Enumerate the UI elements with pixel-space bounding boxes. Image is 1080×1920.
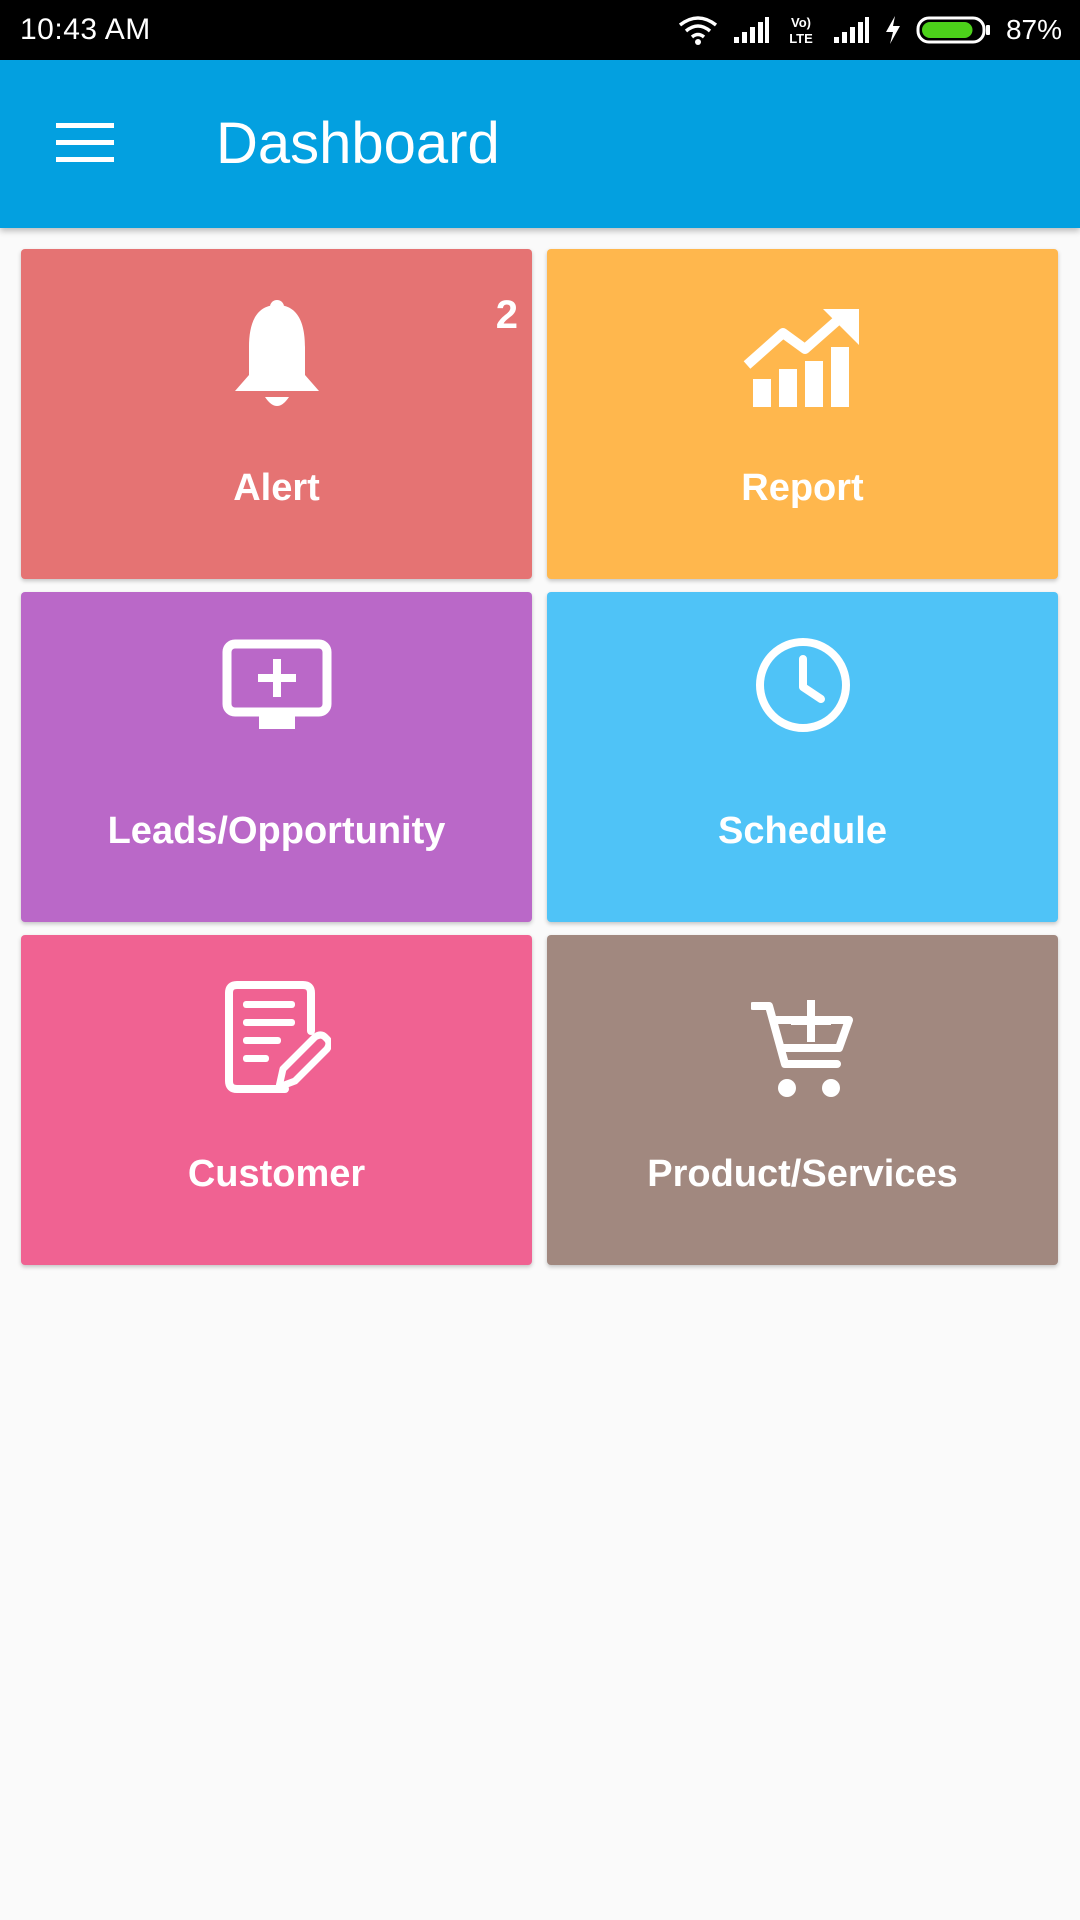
status-icons: Vo) LTE 87%	[678, 14, 1062, 46]
clock-icon	[753, 635, 853, 735]
menu-button[interactable]	[40, 108, 130, 180]
bell-icon	[227, 297, 327, 417]
svg-text:LTE: LTE	[789, 31, 813, 46]
page-title: Dashboard	[216, 111, 500, 176]
app-bar: Dashboard	[0, 60, 1080, 228]
leads-opportunity-tile[interactable]: Leads/Opportunity	[21, 592, 532, 922]
status-bar: 10:43 AM Vo) LTE 87%	[0, 0, 1080, 60]
customer-label: Customer	[187, 1153, 366, 1195]
schedule-tile[interactable]: Schedule	[547, 592, 1058, 922]
document-edit-icon	[223, 979, 331, 1097]
alert-label: Alert	[233, 467, 320, 509]
status-time: 10:43 AM	[20, 13, 151, 46]
volte-icon: Vo) LTE	[784, 14, 818, 46]
wifi-icon	[678, 15, 718, 45]
product-services-tile[interactable]: Product/Services	[547, 935, 1058, 1265]
dashboard-grid: 2 Alert Report Leads/Opportunity Schedul…	[21, 249, 1058, 1265]
cart-plus-icon	[750, 999, 855, 1100]
signal-icon	[832, 15, 870, 45]
report-tile[interactable]: Report	[547, 249, 1058, 579]
monitor-plus-icon	[222, 639, 332, 731]
signal-icon	[732, 15, 770, 45]
customer-tile[interactable]: Customer	[21, 935, 532, 1265]
hamburger-menu-icon	[56, 121, 114, 168]
battery-percentage: 87%	[1005, 14, 1062, 45]
schedule-label: Schedule	[718, 810, 887, 852]
trending-chart-icon	[743, 305, 863, 409]
charging-icon	[884, 15, 902, 45]
report-label: Report	[741, 467, 864, 509]
svg-text:Vo): Vo)	[791, 15, 811, 30]
product-services-label: Product/Services	[647, 1153, 958, 1195]
leads-opportunity-label: Leads/Opportunity	[107, 810, 446, 852]
battery-icon	[916, 15, 992, 45]
alert-tile[interactable]: 2 Alert	[21, 249, 532, 579]
